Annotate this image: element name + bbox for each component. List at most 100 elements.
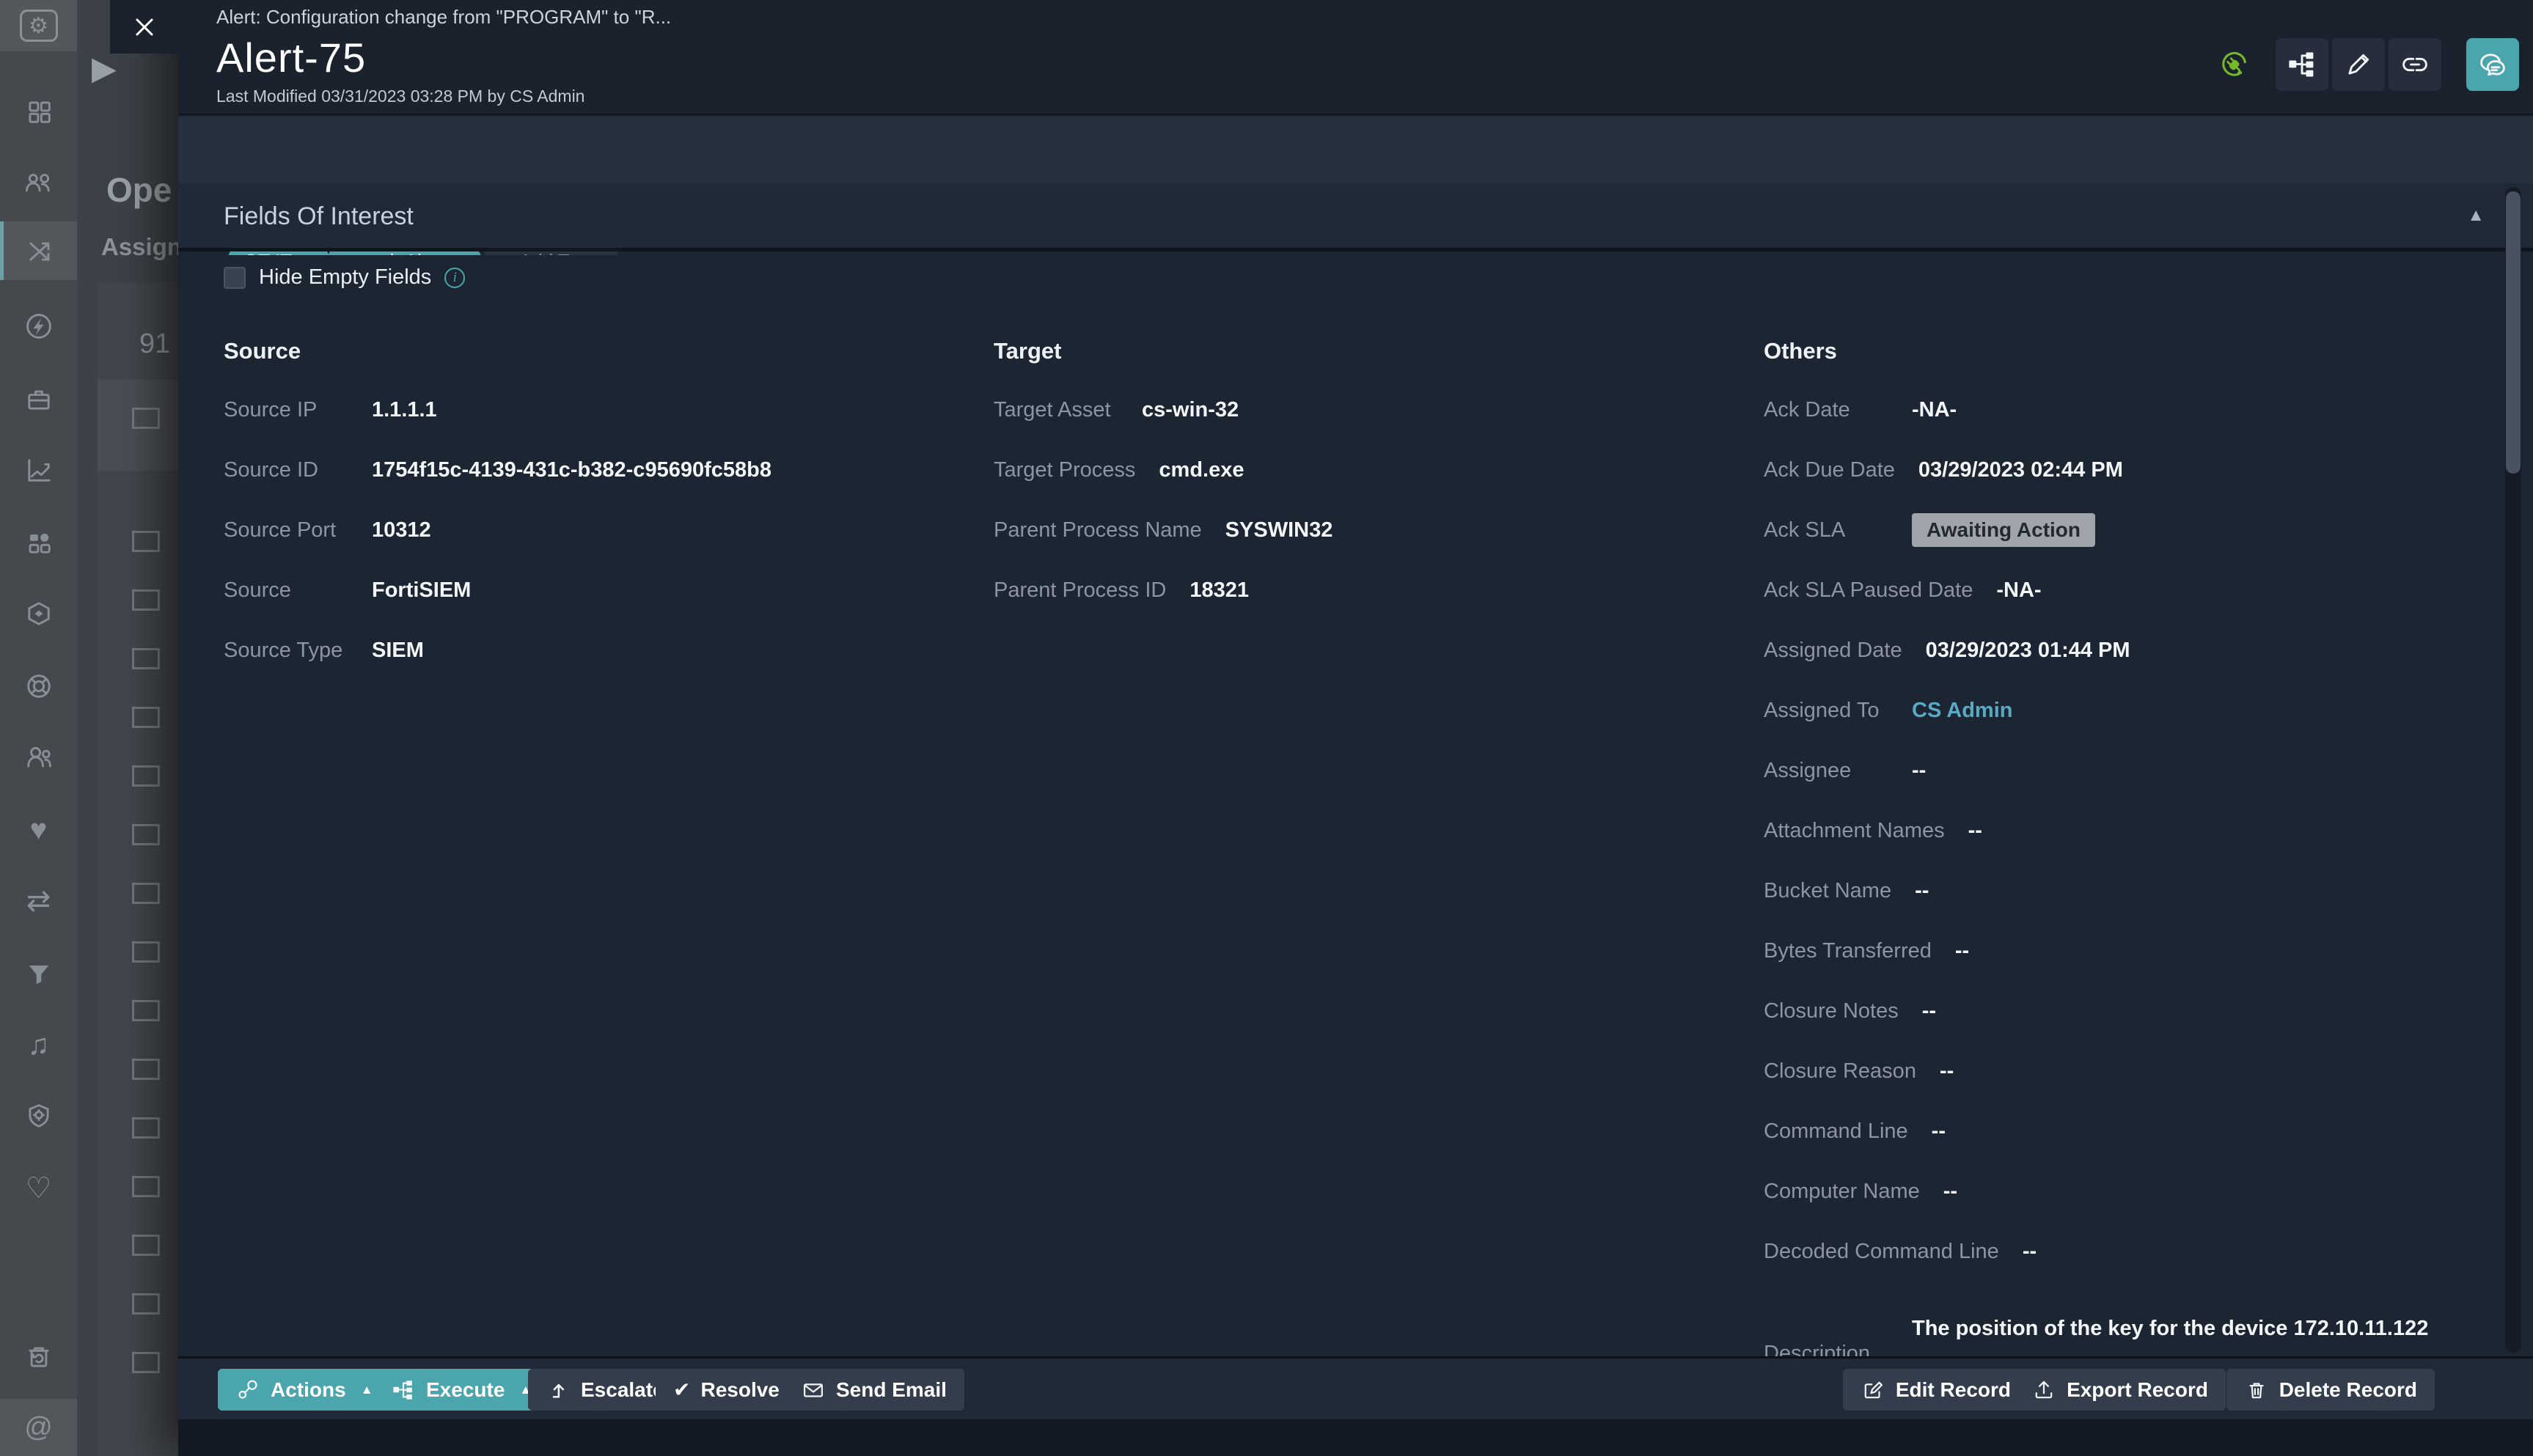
playbooks-button[interactable] [2276, 38, 2328, 91]
connector-health-icon[interactable] [2218, 48, 2251, 81]
edit-record-icon [1861, 1378, 1885, 1402]
background-page-subtitle: Assign [101, 233, 178, 261]
sidebar-item-connectors[interactable]: ⇄ [0, 872, 77, 930]
field-label: Source Type [224, 639, 348, 663]
field-label: Decoded Command Line [1764, 1240, 1999, 1264]
sidebar-item-incidents-active[interactable] [0, 221, 77, 280]
row-checkbox[interactable] [132, 1293, 160, 1315]
row-checkbox[interactable] [132, 1235, 160, 1256]
field-row: Source ID1754f15c-4139-431c-b382-c95690f… [224, 440, 986, 500]
field-row: Source Port10312 [224, 500, 986, 560]
field-value: -- [1912, 759, 1926, 783]
field-value: 1.1.1.1 [372, 398, 437, 422]
field-label: Closure Notes [1764, 999, 1899, 1023]
sidebar-item-help[interactable] [0, 657, 77, 716]
field-label: Target Process [994, 458, 1135, 482]
sidebar-item-resources[interactable] [0, 369, 77, 428]
sidebar-item-filters[interactable] [0, 944, 77, 1003]
sidebar-item-mentions[interactable]: @ [0, 1399, 77, 1456]
field-label: Assigned Date [1764, 639, 1902, 663]
field-label: Description [1764, 1282, 1888, 1356]
copy-link-button[interactable] [2389, 38, 2441, 91]
actions-dropdown-button[interactable]: Actions ▲ [218, 1369, 391, 1411]
assigned-to-link[interactable]: CS Admin [1912, 699, 2012, 723]
edit-record-button[interactable]: Edit Record [1843, 1369, 2028, 1411]
row-checkbox[interactable] [132, 408, 160, 429]
email-icon [801, 1378, 826, 1402]
field-value: -- [1968, 819, 1982, 843]
panel-scrollbar-track[interactable] [2505, 187, 2521, 1353]
sidebar-logo[interactable]: ⚙ [0, 0, 77, 51]
field-row: Computer Name-- [1764, 1161, 2526, 1221]
row-checkbox[interactable] [132, 1000, 160, 1021]
sidebar-item-dashboard[interactable] [0, 82, 77, 141]
export-icon [2031, 1378, 2056, 1402]
row-checkbox[interactable] [132, 648, 160, 669]
field-label: Parent Process ID [994, 578, 1166, 603]
row-checkbox[interactable] [132, 531, 160, 552]
row-checkbox[interactable] [132, 941, 160, 963]
comments-button[interactable] [2466, 38, 2519, 91]
delete-record-button[interactable]: Delete Record [2226, 1369, 2435, 1411]
export-record-button[interactable]: Export Record [2014, 1369, 2226, 1411]
trash-icon [2244, 1378, 2269, 1402]
panel-footer-strip [178, 1419, 2533, 1456]
at-sign-icon: @ [24, 1412, 53, 1444]
field-label: Bytes Transferred [1764, 939, 1932, 963]
line-chart-icon [23, 454, 55, 486]
sidebar-item-solution-packs[interactable] [0, 584, 77, 643]
row-checkbox[interactable] [132, 765, 160, 787]
info-icon[interactable]: i [444, 268, 465, 288]
resolve-label: Resolve [700, 1378, 779, 1402]
field-row: Ack Date-NA- [1764, 380, 2526, 440]
field-row: Target Processcmd.exe [994, 440, 1756, 500]
sidebar-item-watchlist[interactable]: ♡ [0, 1159, 77, 1218]
row-checkbox[interactable] [132, 1176, 160, 1197]
send-email-button[interactable]: Send Email [783, 1369, 964, 1411]
sidebar-item-playbooks[interactable]: ♫ [0, 1015, 77, 1074]
row-checkbox[interactable] [132, 707, 160, 728]
field-value: -NA- [1912, 398, 1957, 422]
field-value: The position of the key for the device 1… [1912, 1282, 2428, 1341]
expand-panel-icon[interactable]: ▶ [92, 50, 117, 87]
field-value: cs-win-32 [1142, 398, 1239, 422]
panel-scrollbar-thumb[interactable] [2506, 191, 2521, 474]
execute-dropdown-button[interactable]: Execute ▲ [373, 1369, 549, 1411]
field-label: Source IP [224, 398, 348, 422]
edit-button[interactable] [2332, 38, 2385, 91]
sidebar-item-threat-intel[interactable] [0, 1087, 77, 1145]
row-checkbox[interactable] [132, 1117, 160, 1139]
actions-link-icon [235, 1378, 260, 1402]
sidebar-item-reports[interactable] [0, 441, 77, 499]
people-icon [23, 741, 55, 773]
row-checkbox[interactable] [132, 1352, 160, 1373]
sidebar-item-recycle-bin[interactable] [0, 1327, 77, 1386]
field-label: Closure Reason [1764, 1059, 1916, 1084]
sidebar-item-teams[interactable] [0, 153, 77, 212]
background-page-title: Ope [106, 170, 172, 210]
resolve-button[interactable]: ✔ Resolve [656, 1369, 797, 1411]
close-panel-button[interactable] [110, 0, 178, 54]
close-icon [132, 15, 157, 40]
collapse-caret-icon[interactable]: ▲ [2467, 205, 2485, 226]
column-others: OthersAck Date-NA-Ack Due Date03/29/2023… [1764, 323, 2526, 1356]
hide-empty-checkbox[interactable] [224, 267, 246, 289]
row-checkbox[interactable] [132, 1059, 160, 1080]
heart-outline-icon: ♡ [26, 1172, 52, 1205]
column-title: Others [1764, 323, 2526, 380]
row-checkbox[interactable] [132, 589, 160, 611]
row-checkbox[interactable] [132, 824, 160, 845]
row-checkbox[interactable] [132, 883, 160, 904]
sidebar-item-favorites[interactable]: ♥ [0, 801, 77, 859]
field-label: Ack SLA [1764, 518, 1888, 543]
sidebar-item-people[interactable] [0, 728, 77, 787]
background-list-page: ▶ Ope Assign 91 [77, 0, 178, 1456]
sidebar-item-widgets[interactable] [0, 513, 77, 572]
field-value: -- [1932, 1119, 1946, 1144]
lifering-icon [23, 670, 55, 702]
field-value: -NA- [1996, 578, 2041, 603]
sidebar-item-automation[interactable] [0, 297, 77, 356]
fields-of-interest-header[interactable]: Fields Of Interest ▲ [178, 183, 2533, 251]
field-label: Ack SLA Paused Date [1764, 578, 1973, 603]
field-label: Assignee [1764, 759, 1888, 783]
